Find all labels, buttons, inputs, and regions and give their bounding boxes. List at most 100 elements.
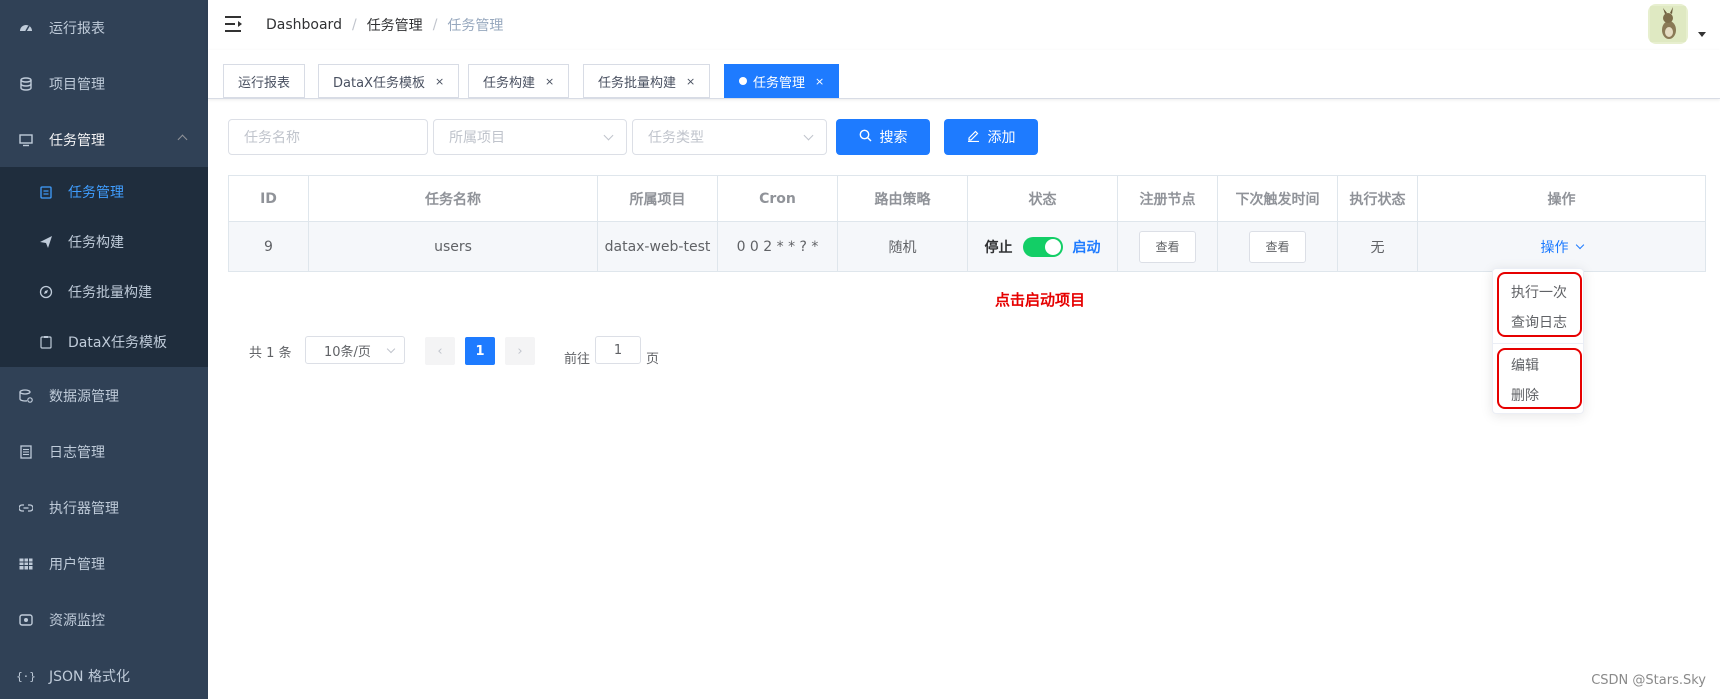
cell-next-trigger: 查看 — [1218, 222, 1338, 271]
close-icon[interactable]: × — [545, 75, 554, 88]
table-row: 9 users datax-web-test 0 0 2 * * ? * 随机 … — [229, 222, 1705, 271]
sidebar-item-label: 项目管理 — [49, 77, 105, 93]
cell-cron: 0 0 2 * * ? * — [718, 222, 838, 271]
sidebar-subitem-task-build[interactable]: 任务构建 — [0, 217, 208, 267]
tag-label: 任务批量构建 — [598, 75, 677, 91]
sidebar-item-json-format[interactable]: {·} JSON 格式化 — [0, 648, 208, 699]
breadcrumb-item-current: 任务管理 — [447, 18, 504, 34]
code-icon: {·} — [16, 669, 36, 683]
edit-icon — [967, 129, 980, 146]
clipboard-icon — [39, 335, 53, 349]
document-icon — [19, 445, 33, 459]
sidebar-item-dashboard[interactable]: 运行报表 — [0, 0, 208, 56]
search-icon — [859, 129, 872, 146]
column-header[interactable]: 状态 — [968, 176, 1118, 221]
column-header[interactable]: 路由策略 — [838, 176, 968, 221]
breadcrumb-item[interactable]: 任务管理 — [367, 15, 423, 35]
search-button[interactable]: 搜索 — [836, 119, 930, 155]
sidebar-item-datasource[interactable]: 数据源管理 — [0, 368, 208, 424]
sidebar-subitem-task-manage[interactable]: 任务管理 — [0, 167, 208, 217]
column-header[interactable]: 下次触发时间 — [1218, 176, 1338, 221]
tag-batch-build[interactable]: 任务批量构建 × — [583, 64, 711, 98]
close-icon[interactable]: × — [435, 75, 444, 88]
column-header[interactable]: ID — [229, 176, 309, 221]
column-header[interactable]: 操作 — [1418, 176, 1705, 221]
close-icon[interactable]: × — [815, 75, 824, 88]
page-number-current[interactable]: 1 — [465, 337, 495, 365]
cell-exec-status: 无 — [1338, 222, 1418, 271]
task-table: ID 任务名称 所属项目 Cron 路由策略 状态 注册节点 下次触发时间 执行… — [228, 175, 1706, 272]
prev-page-button[interactable]: ‹ — [425, 337, 455, 365]
active-dot-icon — [739, 77, 747, 85]
search-button-label: 搜索 — [879, 130, 908, 146]
cell-route: 随机 — [838, 222, 968, 271]
sidebar-item-label: JSON 格式化 — [49, 669, 130, 685]
cell-id: 9 — [229, 222, 309, 271]
chevron-down-icon — [386, 344, 396, 354]
menu-toggle-icon[interactable] — [225, 16, 243, 32]
sidebar-item-users[interactable]: 用户管理 — [0, 536, 208, 592]
watermark: CSDN @Stars.Sky — [1591, 673, 1706, 688]
tags-view: 运行报表 DataX任务模板 × 任务构建 × 任务批量构建 × 任务管理 × — [208, 50, 1720, 99]
task-name-input[interactable]: 任务名称 — [228, 119, 428, 155]
chevron-up-icon — [177, 134, 188, 145]
sidebar-item-label: 数据源管理 — [49, 389, 119, 405]
status-switch[interactable] — [1022, 236, 1063, 257]
status-on-label: 启动 — [1072, 239, 1101, 256]
sidebar-item-projects[interactable]: 项目管理 — [0, 56, 208, 112]
sidebar-item-label: 资源监控 — [49, 613, 105, 629]
column-header[interactable]: 执行状态 — [1338, 176, 1418, 221]
status-off-label: 停止 — [984, 239, 1013, 256]
column-header[interactable]: 注册节点 — [1118, 176, 1218, 221]
pagination-total: 共 1 条 — [249, 346, 292, 361]
dashboard-icon — [19, 21, 33, 35]
monitor-eye-icon — [19, 613, 33, 627]
tag-label: 任务构建 — [483, 75, 536, 91]
add-button-label: 添加 — [987, 130, 1016, 146]
cell-status: 停止 启动 — [968, 222, 1118, 271]
caret-down-icon[interactable] — [1698, 32, 1706, 37]
view-nodes-button[interactable]: 查看 — [1139, 230, 1196, 263]
send-icon — [39, 235, 53, 249]
cell-operations: 操作 — [1418, 222, 1705, 271]
cell-task-name: users — [309, 222, 598, 271]
operations-dropdown-trigger[interactable]: 操作 — [1541, 237, 1584, 257]
sidebar-subitem-label: 任务管理 — [68, 185, 124, 201]
sidebar-item-label: 任务管理 — [49, 133, 105, 149]
project-select[interactable]: 所属项目 — [433, 119, 627, 155]
select-placeholder: 任务类型 — [648, 130, 704, 146]
table-header: ID 任务名称 所属项目 Cron 路由策略 状态 注册节点 下次触发时间 执行… — [229, 176, 1705, 222]
breadcrumb-item[interactable]: Dashboard — [266, 17, 342, 33]
sidebar-item-resource-monitor[interactable]: 资源监控 — [0, 592, 208, 648]
tag-label: 运行报表 — [238, 75, 291, 91]
column-header[interactable]: 所属项目 — [598, 176, 718, 221]
add-button[interactable]: 添加 — [944, 119, 1038, 155]
tag-task-manage[interactable]: 任务管理 × — [724, 64, 840, 98]
sidebar-item-executors[interactable]: 执行器管理 — [0, 480, 208, 536]
breadcrumb: Dashboard / 任务管理 / 任务管理 — [266, 15, 503, 35]
column-header[interactable]: Cron — [718, 176, 838, 221]
highlight-box — [1497, 272, 1582, 337]
sidebar-item-logs[interactable]: 日志管理 — [0, 424, 208, 480]
tag-datax-template[interactable]: DataX任务模板 × — [318, 64, 460, 98]
tag-task-build[interactable]: 任务构建 × — [468, 64, 570, 98]
sidebar-item-tasks[interactable]: 任务管理 — [0, 112, 208, 168]
goto-page-input[interactable]: 1 — [595, 336, 641, 364]
task-type-select[interactable]: 任务类型 — [632, 119, 827, 155]
view-next-trigger-button[interactable]: 查看 — [1249, 230, 1306, 263]
chevron-left-icon: ‹ — [437, 343, 443, 359]
input-placeholder: 任务名称 — [244, 130, 300, 146]
sidebar-subitem-datax-template[interactable]: DataX任务模板 — [0, 317, 208, 367]
avatar[interactable] — [1648, 4, 1688, 44]
page-size-select[interactable]: 10条/页 — [305, 336, 405, 364]
compass-icon — [39, 285, 53, 299]
column-header[interactable]: 任务名称 — [309, 176, 598, 221]
close-icon[interactable]: × — [686, 75, 695, 88]
chevron-down-icon — [803, 130, 814, 141]
sidebar-subitem-label: DataX任务模板 — [68, 335, 168, 351]
tag-dashboard[interactable]: 运行报表 — [223, 64, 306, 98]
annotation-text: 点击启动项目 — [995, 291, 1086, 309]
highlight-box — [1497, 348, 1582, 409]
sidebar-subitem-batch-build[interactable]: 任务批量构建 — [0, 267, 208, 317]
next-page-button[interactable]: › — [505, 337, 535, 365]
